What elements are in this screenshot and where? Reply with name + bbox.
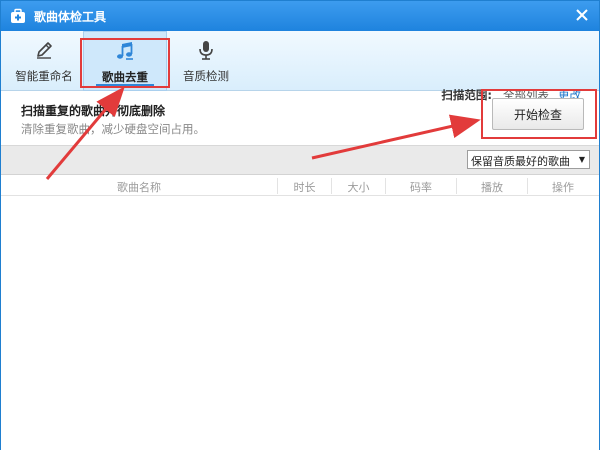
tab-song-dedupe[interactable]: 歌曲去重 (83, 31, 167, 91)
column-header-duration[interactable]: 时长 (278, 179, 331, 195)
keep-rule-select[interactable]: 保留音质最好的歌曲 ▼ (467, 150, 590, 169)
column-header-actions[interactable]: 操作 (528, 179, 598, 195)
title-bar[interactable]: 歌曲体检工具 (1, 1, 599, 31)
column-header-size[interactable]: 大小 (332, 179, 385, 195)
toolbar: 智能重命名 歌曲去重 音质检测 扫描范围: 全部列表 更改 (1, 31, 599, 102)
tab-smart-rename[interactable]: 智能重命名 (11, 31, 77, 91)
start-check-button[interactable]: 开始检查 (492, 98, 584, 130)
column-header-bitrate[interactable]: 码率 (386, 179, 456, 195)
column-header-song-name[interactable]: 歌曲名称 (1, 179, 277, 195)
close-icon[interactable] (573, 6, 591, 24)
toolbox-icon (11, 8, 25, 23)
chevron-down-icon: ▼ (578, 155, 585, 164)
song-list[interactable] (1, 197, 599, 450)
section-subheading: 清除重复歌曲，减少硬盘空间占用。 (21, 122, 205, 136)
column-header-play[interactable]: 播放 (457, 179, 527, 195)
tab-label: 音质检测 (183, 69, 229, 83)
scan-range-label: 扫描范围: (441, 88, 492, 102)
music-note-icon (117, 42, 133, 60)
app-window: 歌曲体检工具 智能重命名 歌曲去重 音质检测 扫描范围: 全部列表 更改 扫描重… (0, 0, 600, 450)
active-tab-indicator (96, 84, 154, 87)
window-title: 歌曲体检工具 (34, 10, 107, 24)
table-header: 歌曲名称 时长 大小 码率 播放 操作 (1, 176, 599, 196)
pencil-icon (37, 42, 52, 59)
tab-label: 智能重命名 (15, 69, 73, 83)
microphone-icon (199, 41, 213, 60)
section-heading: 扫描重复的歌曲并彻底删除 (21, 104, 166, 118)
tab-label: 歌曲去重 (102, 70, 148, 84)
keep-rule-selected: 保留音质最好的歌曲 (471, 155, 570, 168)
tab-quality-check[interactable]: 音质检测 (173, 31, 239, 91)
